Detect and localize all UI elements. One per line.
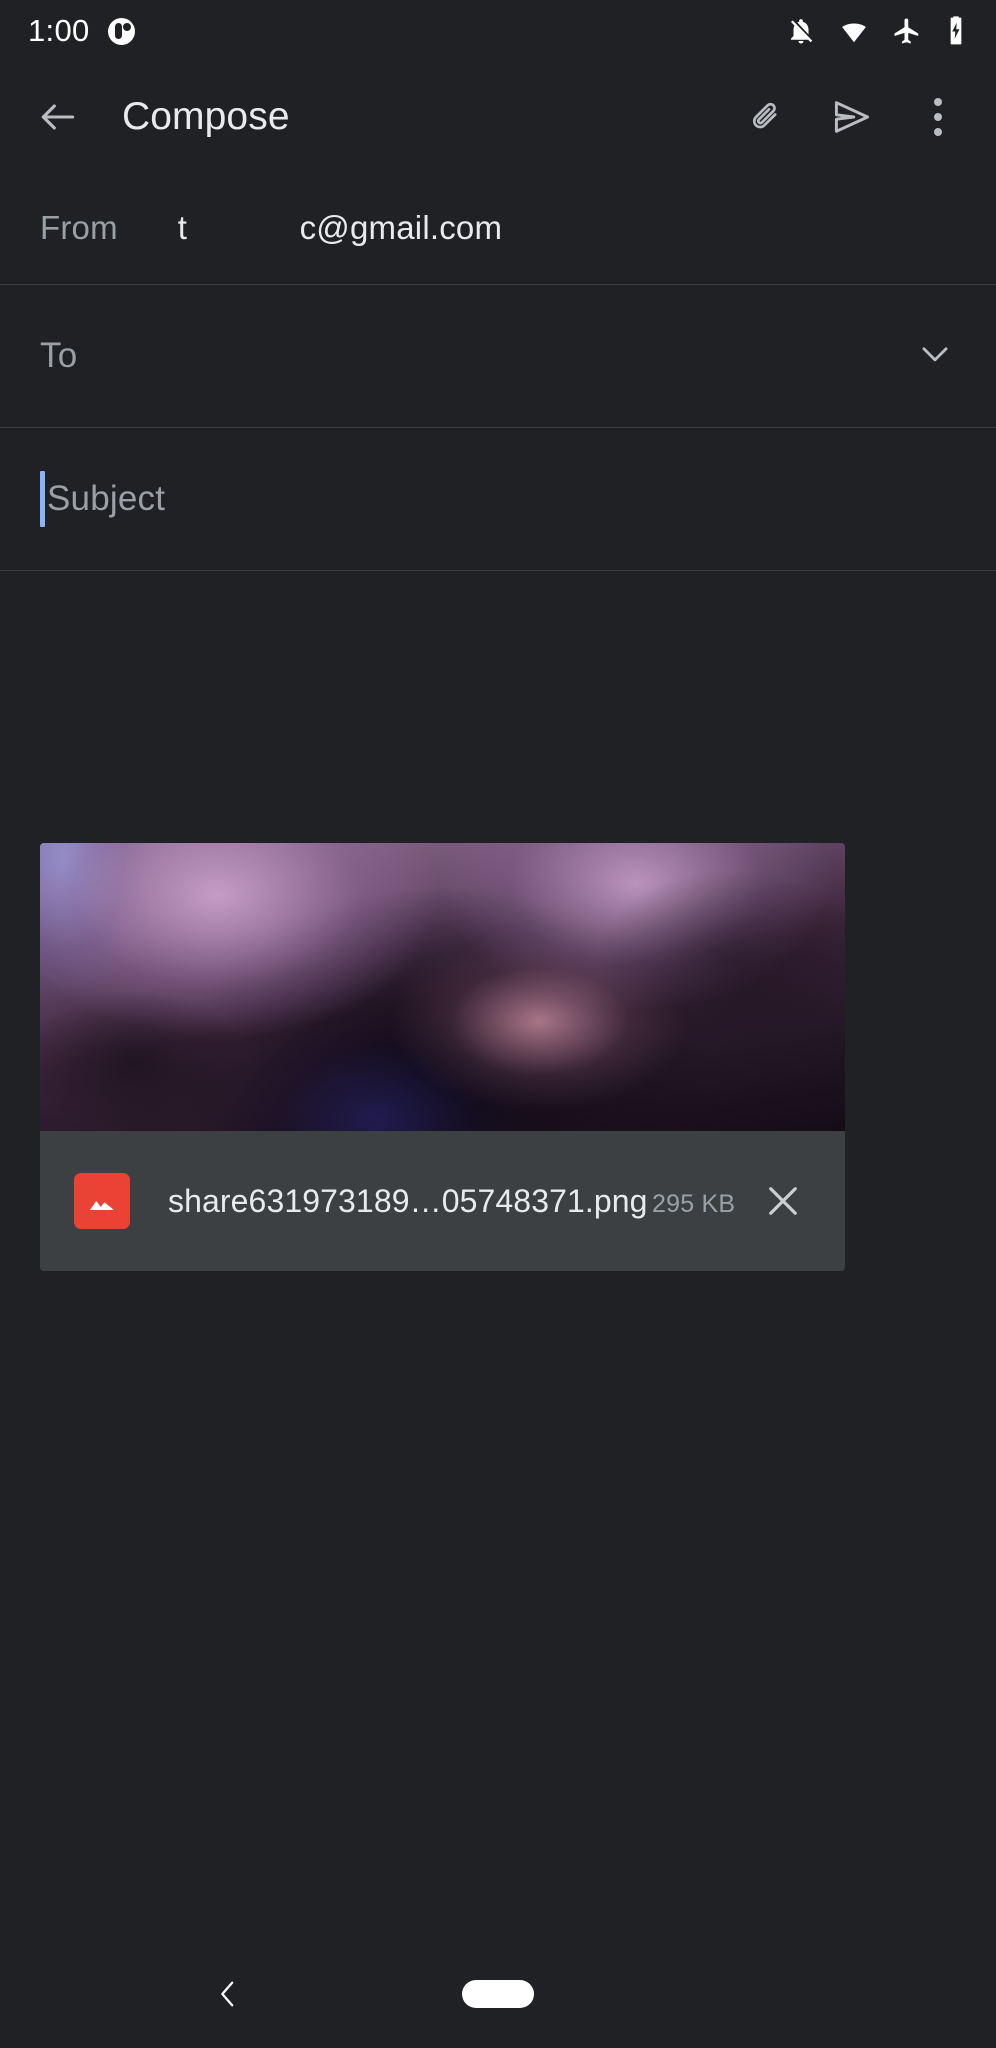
more-vertical-icon	[934, 98, 942, 136]
attachment-card[interactable]: share631973189…05748371.png 295 KB	[40, 843, 845, 1271]
status-bar-left: 1:00	[28, 13, 135, 49]
attachment-meta: share631973189…05748371.png 295 KB	[168, 1183, 737, 1220]
app-notification-icon	[107, 17, 135, 45]
system-navigation-bar	[0, 1940, 996, 2048]
subject-row[interactable]: Subject	[0, 428, 996, 571]
mountain-glyph	[90, 1201, 114, 1210]
send-button[interactable]	[816, 81, 888, 153]
battery-charging-icon	[944, 15, 968, 47]
close-icon	[769, 1187, 797, 1215]
to-row[interactable]: To	[0, 285, 996, 428]
to-input[interactable]: To	[40, 336, 77, 376]
send-icon	[834, 101, 870, 133]
home-gesture-pill[interactable]	[462, 1980, 534, 2008]
status-bar-right	[786, 15, 968, 47]
attachment-thumbnail[interactable]	[40, 843, 845, 1131]
airplane-mode-icon	[892, 16, 922, 46]
attachment-filename: share631973189…05748371.png	[168, 1182, 648, 1219]
app-bar-actions	[730, 81, 974, 153]
subject-placeholder: Subject	[47, 479, 166, 518]
attach-file-button[interactable]	[730, 81, 802, 153]
text-cursor	[40, 471, 45, 527]
wifi-icon	[838, 16, 870, 46]
compose-header-fields: From t c@gmail.com To Subject	[0, 172, 996, 571]
chevron-down-icon	[922, 347, 948, 362]
message-body-area[interactable]	[0, 628, 996, 1940]
more-options-button[interactable]	[902, 81, 974, 153]
system-back-button[interactable]	[196, 1962, 260, 2026]
paperclip-icon	[753, 102, 777, 129]
from-row[interactable]: From t c@gmail.com	[0, 172, 996, 285]
subject-input[interactable]: Subject	[40, 471, 165, 527]
back-button[interactable]	[22, 81, 94, 153]
status-clock: 1:00	[28, 13, 90, 48]
from-address: t c@gmail.com	[177, 209, 503, 246]
image-icon	[74, 1173, 130, 1229]
attachment-info-bar: share631973189…05748371.png 295 KB	[40, 1131, 845, 1271]
page-title: Compose	[122, 95, 290, 138]
attachment-filesize: 295 KB	[652, 1189, 736, 1218]
status-bar: 1:00	[0, 0, 996, 62]
from-label: From	[40, 209, 118, 246]
chevron-left-icon	[221, 1981, 234, 2007]
notifications-off-icon	[786, 16, 816, 46]
expand-cc-bcc-button[interactable]	[916, 335, 954, 378]
compose-screen: 1:00 Compose From t c@gmail.com To Subje…	[0, 0, 996, 2048]
back-arrow-icon	[41, 104, 75, 130]
remove-attachment-button[interactable]	[747, 1165, 819, 1237]
app-bar: Compose	[0, 62, 996, 172]
